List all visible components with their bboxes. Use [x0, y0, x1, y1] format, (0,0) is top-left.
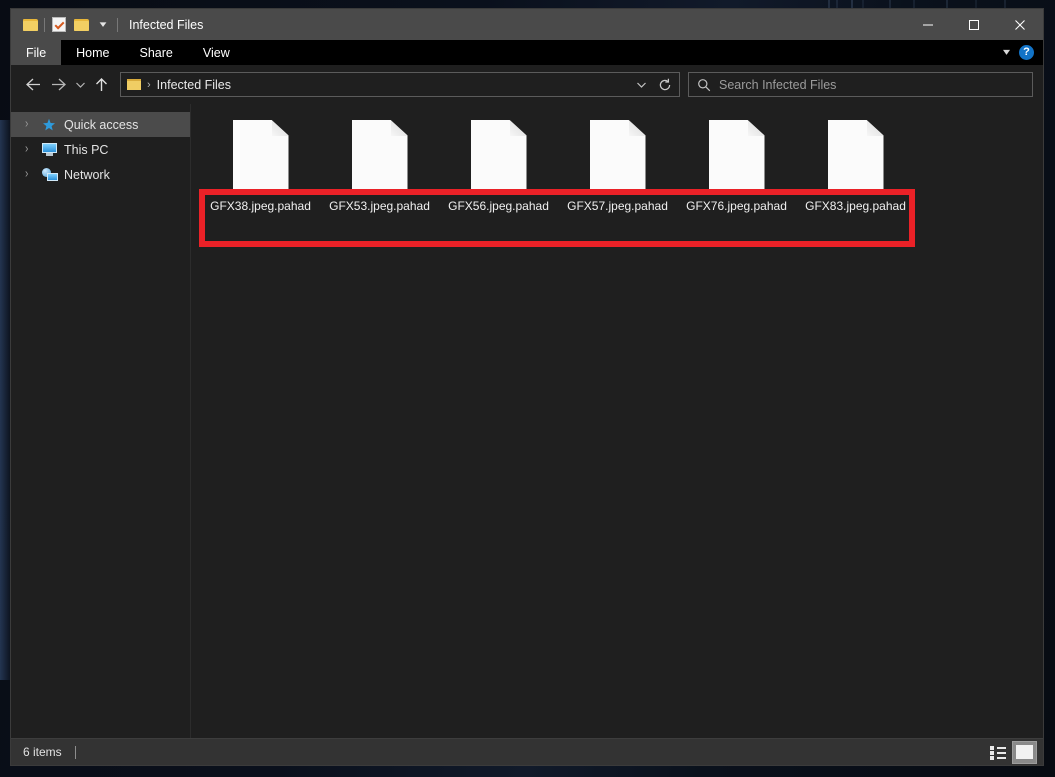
- expander-chevron-right-icon[interactable]: ›: [25, 143, 42, 157]
- customize-chevron-icon[interactable]: ▾: [92, 14, 114, 36]
- toolbar-divider: [44, 17, 45, 32]
- expand-ribbon-chevron-down-icon[interactable]: ▾: [1003, 47, 1010, 58]
- search-icon: [689, 78, 719, 92]
- toolbar-divider-2: [117, 17, 118, 32]
- file-item[interactable]: GFX56.jpeg.pahad: [439, 112, 558, 214]
- generic-file-icon: [827, 120, 884, 193]
- sidebar-item-this-pc[interactable]: › This PC: [11, 137, 190, 162]
- pin-star-icon: [42, 118, 64, 132]
- properties-icon[interactable]: [48, 14, 70, 36]
- generic-file-icon: [708, 120, 765, 193]
- view-mode-buttons: [985, 740, 1037, 764]
- file-item[interactable]: GFX83.jpeg.pahad: [796, 112, 915, 214]
- file-name-label: GFX53.jpeg.pahad: [329, 199, 430, 213]
- breadcrumb-item-infected-files[interactable]: Infected Files: [157, 78, 231, 92]
- status-divider: [74, 745, 76, 759]
- window-title: Infected Files: [129, 17, 204, 32]
- title-bar: ▾ Infected Files: [11, 9, 1043, 40]
- help-button[interactable]: ?: [1019, 45, 1034, 60]
- folder-properties-icon[interactable]: [19, 14, 41, 36]
- large-icons-view-button[interactable]: [1012, 740, 1037, 764]
- tab-share-label: Share: [139, 45, 173, 60]
- tab-share[interactable]: Share: [125, 40, 188, 65]
- item-count-label: 6 items: [23, 745, 62, 759]
- tab-home[interactable]: Home: [61, 40, 124, 65]
- file-item[interactable]: GFX76.jpeg.pahad: [677, 112, 796, 214]
- expander-chevron-right-icon[interactable]: ›: [25, 168, 42, 182]
- file-grid: GFX38.jpeg.pahad GFX53.jpeg.pahad GFX56.…: [201, 112, 1043, 214]
- address-folder-icon: [127, 78, 141, 91]
- explorer-body: › Quick access › This PC › Network GFX38…: [11, 104, 1043, 738]
- up-button[interactable]: [89, 71, 114, 99]
- address-dropdown-chevron-down-icon[interactable]: [629, 73, 653, 96]
- tab-file[interactable]: File: [11, 40, 62, 65]
- file-explorer-window: ▾ Infected Files File Home Share View ▾ …: [10, 8, 1044, 766]
- new-folder-icon[interactable]: [70, 14, 92, 36]
- details-view-button[interactable]: [985, 741, 1010, 764]
- sidebar-item-quick-access[interactable]: › Quick access: [11, 112, 190, 137]
- file-item[interactable]: GFX53.jpeg.pahad: [320, 112, 439, 214]
- maximize-button[interactable]: [951, 9, 997, 40]
- generic-file-icon: [351, 120, 408, 193]
- file-name-label: GFX57.jpeg.pahad: [567, 199, 668, 213]
- generic-file-icon: [589, 120, 646, 193]
- minimize-button[interactable]: [905, 9, 951, 40]
- tab-view[interactable]: View: [188, 40, 245, 65]
- expander-chevron-right-icon[interactable]: ›: [25, 118, 42, 132]
- sidebar-item-label: This PC: [64, 142, 109, 157]
- ribbon-right-controls: ▾ ?: [1003, 40, 1043, 65]
- search-input[interactable]: [719, 77, 1032, 92]
- forward-button[interactable]: [46, 71, 71, 99]
- ribbon-tab-bar: File Home Share View ▾ ?: [11, 40, 1043, 65]
- close-button[interactable]: [997, 9, 1043, 40]
- back-button[interactable]: [21, 71, 46, 99]
- generic-file-icon: [232, 120, 289, 193]
- navigation-bar: › Infected Files: [11, 65, 1043, 104]
- sidebar-item-network[interactable]: › Network: [11, 162, 190, 187]
- quick-access-toolbar: ▾: [11, 14, 121, 36]
- address-bar[interactable]: › Infected Files: [120, 72, 680, 97]
- recent-locations-chevron-down-icon[interactable]: [71, 71, 89, 99]
- sidebar-item-label: Quick access: [64, 117, 139, 132]
- address-bar-controls: [629, 73, 677, 96]
- breadcrumb-separator: ›: [147, 78, 151, 91]
- file-name-label: GFX76.jpeg.pahad: [686, 199, 787, 213]
- file-item[interactable]: GFX38.jpeg.pahad: [201, 112, 320, 214]
- tab-view-label: View: [202, 45, 230, 60]
- file-list-view[interactable]: GFX38.jpeg.pahad GFX53.jpeg.pahad GFX56.…: [191, 104, 1043, 738]
- tab-home-label: Home: [76, 45, 110, 60]
- navigation-pane: › Quick access › This PC › Network: [11, 104, 191, 738]
- tab-file-label: File: [26, 45, 47, 60]
- file-name-label: GFX83.jpeg.pahad: [805, 199, 906, 213]
- status-bar: 6 items: [11, 738, 1043, 765]
- search-box[interactable]: [688, 72, 1033, 97]
- file-name-label: GFX38.jpeg.pahad: [210, 199, 311, 213]
- network-icon: [42, 167, 64, 182]
- generic-file-icon: [470, 120, 527, 193]
- window-controls: [905, 9, 1043, 40]
- computer-icon: [42, 143, 64, 156]
- refresh-icon[interactable]: [653, 73, 677, 96]
- sidebar-item-label: Network: [64, 167, 110, 182]
- file-name-label: GFX56.jpeg.pahad: [448, 199, 549, 213]
- file-item[interactable]: GFX57.jpeg.pahad: [558, 112, 677, 214]
